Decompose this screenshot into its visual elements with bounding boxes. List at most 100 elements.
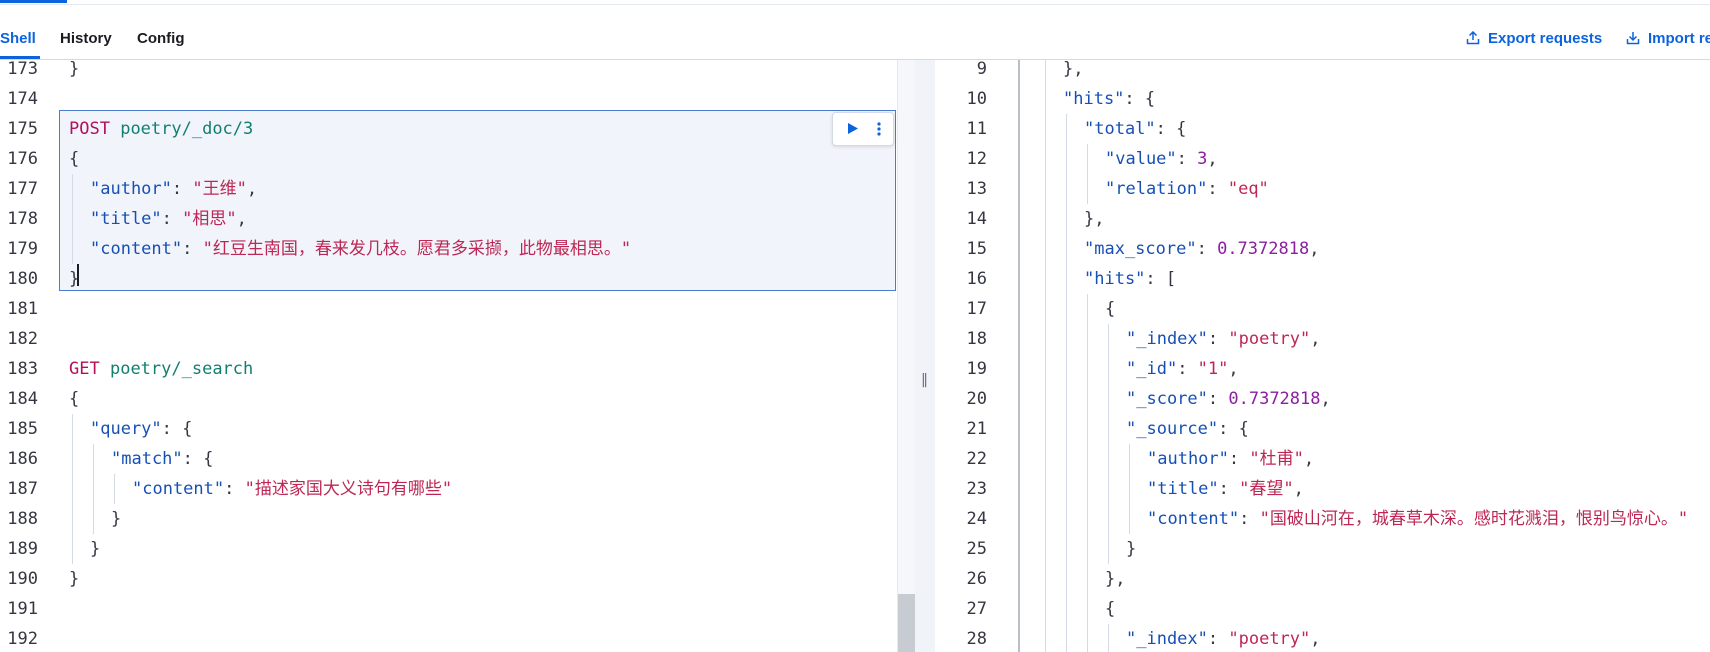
tab-config[interactable]: Config [137, 30, 184, 47]
code-line: 186 "match": { [0, 444, 897, 474]
indent-guide [93, 504, 94, 534]
line-number: 186 [7, 449, 38, 469]
indent-guide [1045, 354, 1046, 384]
indent-guide [1066, 174, 1067, 204]
code-text: }, [1105, 564, 1125, 594]
code-text: "value": 3, [1105, 144, 1218, 174]
play-icon[interactable] [847, 122, 859, 135]
code-line: 181 [0, 294, 897, 324]
code-text: POST poetry/_doc/3 [69, 114, 253, 144]
indent-guide [1045, 504, 1046, 534]
indent-guide [1108, 534, 1109, 564]
code-token: POST [69, 119, 110, 139]
code-line: 185 "query": { [0, 414, 897, 444]
code-text: "total": { [1084, 114, 1186, 144]
line-number: 182 [7, 329, 38, 349]
pane-resizer[interactable] [915, 60, 935, 652]
indent-guide [1129, 444, 1130, 474]
request-editor[interactable]: 173} 174 175 POST poetry/_doc/3 176 {177 "auth… [0, 60, 897, 652]
import-requests-button[interactable]: Import re [1626, 30, 1710, 47]
code-token: "total" [1084, 119, 1156, 139]
code-line: 25} [935, 534, 1710, 564]
code-token: poetry/_search [109, 359, 254, 379]
code-text: "hits": { [1063, 84, 1155, 114]
code-line: 183 GET poetry/_search [0, 354, 897, 384]
code-token: "国破山河在，城春草木深。感时花溅泪，恨别鸟惊心。" [1259, 509, 1689, 529]
top-bar-accent [0, 0, 67, 3]
code-line: 12 "value": 3, [935, 144, 1710, 174]
line-number: 25 [966, 539, 987, 559]
code-token: , [1228, 359, 1239, 379]
code-token: { [69, 149, 80, 169]
code-token: "_source" [1126, 419, 1219, 439]
indent-guide [1045, 624, 1046, 652]
resize-grip-icon[interactable]: ‖ [921, 372, 928, 388]
code-token: : [182, 239, 203, 259]
line-number: 11 [966, 119, 987, 139]
import-icon [1626, 32, 1640, 45]
line-number: 9 [976, 60, 987, 79]
code-line: 22 "author": "杜甫", [935, 444, 1710, 474]
line-number: 191 [7, 599, 38, 619]
vertical-dots-icon[interactable] [876, 121, 882, 137]
code-token: "_score" [1126, 389, 1208, 409]
line-number: 188 [7, 509, 38, 529]
indent-guide [1066, 504, 1067, 534]
indent-guide [72, 204, 73, 234]
code-token: "content" [1147, 509, 1240, 529]
line-number: 173 [7, 60, 38, 79]
code-token: "杜甫" [1249, 449, 1304, 469]
export-requests-button[interactable]: Export requests [1466, 30, 1602, 47]
code-line: 177 "author": "王维", [0, 174, 897, 204]
code-text: "_score": 0.7372818, [1126, 384, 1331, 414]
code-token: : [171, 179, 193, 199]
code-token: "query" [90, 419, 162, 439]
import-requests-label: Import re [1648, 30, 1710, 47]
indent-guide [1045, 234, 1046, 264]
code-token: , [1320, 389, 1331, 409]
indent-guide [1108, 624, 1109, 652]
code-line: 174 [0, 84, 897, 114]
code-line: 18 "_index": "poetry", [935, 324, 1710, 354]
export-icon [1466, 30, 1480, 45]
code-token: "春望" [1239, 479, 1294, 499]
indent-guide [1087, 534, 1088, 564]
response-output: 9}, 10 "hits": {11 "total": {12 "value": 3, 1… [935, 60, 1710, 652]
indent-guide [1066, 384, 1067, 414]
code-token: "描述家国大义诗句有哪些" [244, 479, 453, 499]
indent-guide [1087, 444, 1088, 474]
indent-guide [1066, 624, 1067, 652]
indent-guide [1087, 624, 1088, 652]
code-text: }, [1084, 204, 1104, 234]
code-token: "hits" [1084, 269, 1146, 289]
top-bar [0, 0, 1710, 5]
indent-guide [1066, 534, 1067, 564]
code-line: 191 [0, 594, 897, 624]
editor-scrollbar-thumb[interactable] [898, 594, 915, 652]
code-text: { [69, 144, 79, 174]
tab-shell[interactable]: Shell [0, 30, 36, 47]
code-token: 0.7372818 [1217, 239, 1310, 259]
code-line: 189} [0, 534, 897, 564]
indent-guide [1045, 294, 1046, 324]
indent-guide [1045, 144, 1046, 174]
line-number: 14 [966, 209, 987, 229]
line-number: 13 [966, 179, 987, 199]
tab-history[interactable]: History [60, 30, 112, 47]
indent-guide [72, 174, 73, 204]
code-token: { [69, 389, 80, 409]
code-text: "match": { [111, 444, 213, 474]
code-token: "_index" [1126, 629, 1208, 649]
code-token: : [1207, 389, 1229, 409]
code-text: "query": { [90, 414, 192, 444]
code-text: } [1126, 534, 1136, 564]
editor-scrollbar[interactable] [897, 60, 916, 652]
indent-guide [1045, 474, 1046, 504]
indent-guide [1066, 144, 1067, 174]
line-number: 18 [966, 329, 987, 349]
code-token: "1" [1197, 359, 1229, 379]
indent-guide [1045, 264, 1046, 294]
indent-guide [1066, 474, 1067, 504]
code-token: }, [1084, 209, 1105, 229]
indent-guide [1087, 294, 1088, 324]
